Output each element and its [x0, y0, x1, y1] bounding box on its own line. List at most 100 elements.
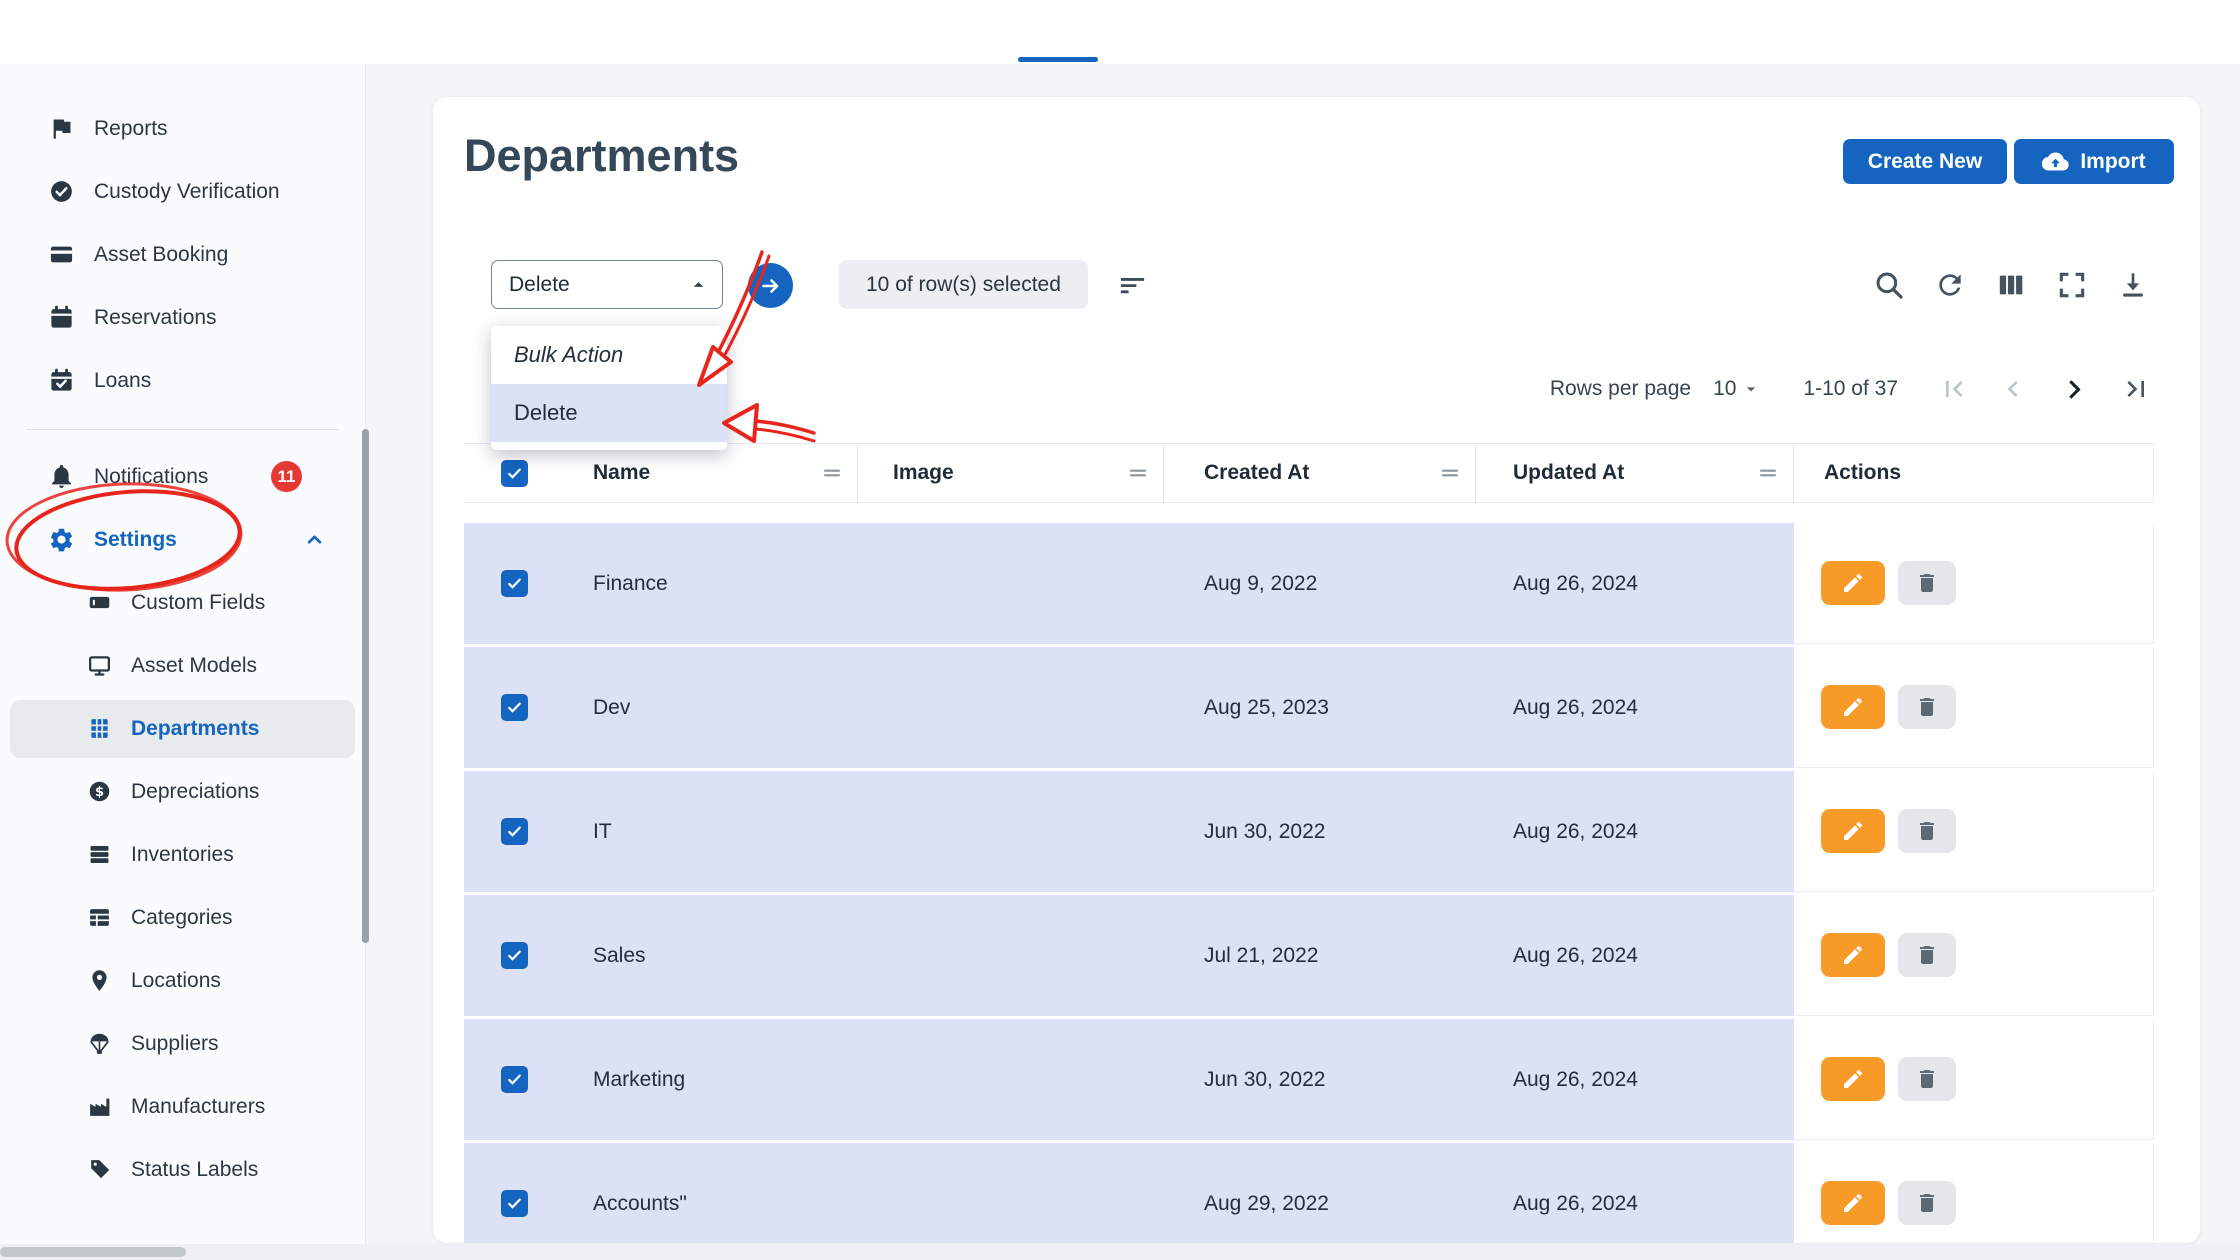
sidebar-item-reports[interactable]: Reports — [0, 97, 365, 160]
sidebar-item-status-labels[interactable]: Status Labels — [0, 1138, 365, 1201]
notifications-badge: 11 — [271, 461, 302, 492]
fullscreen-icon[interactable] — [2056, 269, 2088, 301]
trash-button[interactable] — [1898, 685, 1956, 729]
pencil-icon — [1841, 1067, 1865, 1091]
edit-button[interactable] — [1821, 685, 1885, 729]
row-checkbox[interactable] — [500, 570, 528, 597]
search-icon[interactable] — [1873, 269, 1905, 301]
arrow-right-icon — [759, 274, 783, 298]
trash-button[interactable] — [1898, 809, 1956, 853]
apply-bulk-action-button[interactable] — [748, 263, 793, 308]
table-header-row: Name Image Created At Updated At Actions — [464, 443, 2154, 503]
horizontal-scrollbar[interactable] — [0, 1244, 2240, 1260]
sidebar-item-notifications[interactable]: Notifications 11 — [0, 445, 365, 508]
page-title: Departments — [464, 130, 740, 181]
sidebar: Reports Custody Verification Asset Booking… — [0, 64, 366, 1260]
sidebar-item-suppliers[interactable]: Suppliers — [0, 1012, 365, 1075]
previous-page-button[interactable] — [1997, 373, 2029, 405]
trash-icon — [1915, 695, 1939, 719]
sidebar-item-label: Custom Fields — [131, 590, 266, 614]
bulk-action-select-value: Delete — [509, 272, 570, 296]
active-tab-indicator — [1018, 57, 1098, 62]
field-icon — [87, 590, 112, 615]
row-actions-cell — [1794, 895, 2154, 1016]
row-checkbox[interactable] — [500, 1066, 528, 1093]
cell-name: IT — [593, 819, 612, 843]
bell-icon — [48, 463, 75, 490]
trash-button[interactable] — [1898, 933, 1956, 977]
row-checkbox[interactable] — [500, 818, 528, 845]
column-header-label: Name — [593, 461, 651, 484]
pencil-icon — [1841, 1191, 1865, 1215]
row-checkbox[interactable] — [500, 1190, 528, 1217]
pagination-buttons — [1938, 371, 2152, 408]
edit-button[interactable] — [1821, 1057, 1885, 1101]
select-all-cell — [464, 444, 564, 502]
edit-button[interactable] — [1821, 561, 1885, 605]
first-page-button[interactable] — [1938, 373, 1970, 405]
import-button[interactable]: Import — [2014, 139, 2174, 184]
sidebar-item-departments[interactable]: Departments — [10, 699, 355, 758]
create-new-button[interactable]: Create New — [1843, 139, 2007, 184]
edit-button[interactable] — [1821, 1181, 1885, 1225]
row-checkbox[interactable] — [500, 942, 528, 969]
sidebar-item-manufacturers[interactable]: Manufacturers — [0, 1075, 365, 1138]
column-header-updated-at[interactable]: Updated At — [1476, 444, 1794, 502]
download-icon[interactable] — [2117, 269, 2149, 301]
drag-handle-icon[interactable] — [1438, 461, 1462, 485]
sidebar-item-settings[interactable]: Settings — [0, 508, 365, 571]
cell-created-at: Aug 29, 2022 — [1204, 1191, 1329, 1215]
sidebar-item-label: Locations — [131, 968, 221, 992]
row-checkbox[interactable] — [500, 694, 528, 721]
cell-image — [858, 1143, 1164, 1243]
next-page-button[interactable] — [2056, 371, 2093, 408]
sidebar-item-custody-verification[interactable]: Custody Verification — [0, 160, 365, 223]
sidebar-item-loans[interactable]: Loans — [0, 349, 365, 412]
rows-per-page-select[interactable]: 10 — [1713, 377, 1761, 401]
bulk-action-select[interactable]: Delete — [491, 260, 723, 309]
sidebar-item-inventories[interactable]: Inventories — [0, 823, 365, 886]
columns-icon[interactable] — [1995, 269, 2027, 301]
drag-handle-icon[interactable] — [820, 461, 844, 485]
sidebar-item-asset-models[interactable]: Asset Models — [0, 634, 365, 697]
trash-button[interactable] — [1898, 1181, 1956, 1225]
menu-item-delete[interactable]: Delete — [491, 384, 727, 442]
sidebar-item-label: Settings — [94, 527, 177, 551]
sidebar-item-asset-booking[interactable]: Asset Booking — [0, 223, 365, 286]
column-header-name[interactable]: Name — [564, 444, 858, 502]
dollar-icon: $ — [87, 779, 112, 804]
last-page-button[interactable] — [2120, 373, 2152, 405]
refresh-icon[interactable] — [1934, 269, 1966, 301]
sidebar-item-categories[interactable]: Categories — [0, 886, 365, 949]
calendar-icon — [48, 304, 75, 331]
sort-icon[interactable] — [1117, 270, 1148, 301]
column-header-image[interactable]: Image — [858, 444, 1164, 502]
trash-button[interactable] — [1898, 561, 1956, 605]
column-header-created-at[interactable]: Created At — [1164, 444, 1476, 502]
sidebar-scrollbar[interactable] — [362, 429, 369, 943]
trash-button[interactable] — [1898, 1057, 1956, 1101]
sidebar-item-locations[interactable]: Locations — [0, 949, 365, 1012]
horizontal-scrollbar-thumb[interactable] — [0, 1247, 186, 1257]
gear-icon — [48, 526, 75, 553]
cell-updated-at: Aug 26, 2024 — [1513, 943, 1638, 967]
grid-icon — [87, 905, 112, 930]
table-row: Finance Aug 9, 2022 Aug 26, 2024 — [464, 523, 2154, 644]
sidebar-item-reservations[interactable]: Reservations — [0, 286, 365, 349]
drag-handle-icon[interactable] — [1126, 461, 1150, 485]
table-row: Dev Aug 25, 2023 Aug 26, 2024 — [464, 647, 2154, 768]
select-all-checkbox[interactable] — [500, 459, 528, 487]
row-actions-cell — [1794, 1019, 2154, 1140]
edit-button[interactable] — [1821, 809, 1885, 853]
edit-button[interactable] — [1821, 933, 1885, 977]
sidebar-item-depreciations[interactable]: $ Depreciations — [0, 760, 365, 823]
sidebar-item-label: Manufacturers — [131, 1094, 266, 1118]
sidebar-item-custom-fields[interactable]: Custom Fields — [0, 571, 365, 634]
selected-rows-chip: 10 of row(s) selected — [839, 260, 1088, 309]
cell-created-at: Jun 30, 2022 — [1204, 1067, 1326, 1091]
trash-icon — [1915, 819, 1939, 843]
pencil-icon — [1841, 571, 1865, 595]
cell-updated-at: Aug 26, 2024 — [1513, 1191, 1638, 1215]
drag-handle-icon[interactable] — [1756, 461, 1780, 485]
factory-icon — [87, 1094, 112, 1119]
